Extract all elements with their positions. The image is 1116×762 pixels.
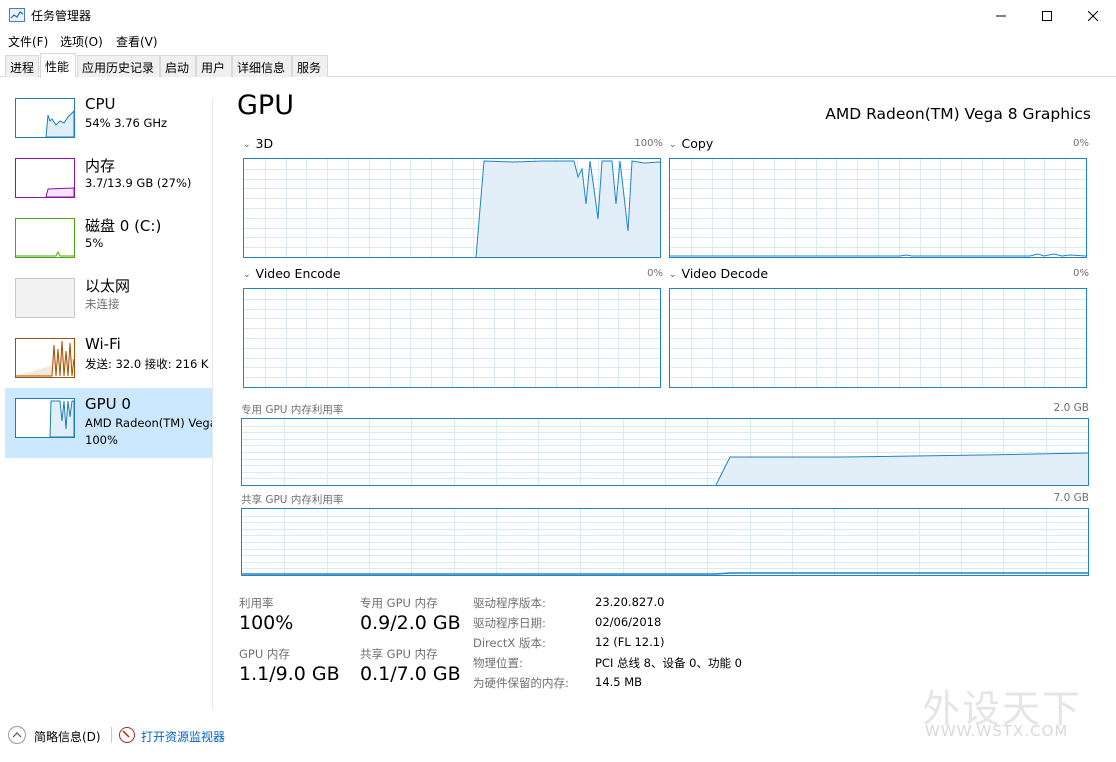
menu-options[interactable]: 选项(O) <box>60 33 103 50</box>
sidebar-item-detail: 发送: 32.0 接收: 216 K <box>85 357 209 371</box>
graph-title: Video Decode <box>681 266 769 281</box>
close-button[interactable] <box>1070 0 1116 31</box>
gpu-model-name: AMD Radeon(TM) Vega 8 Graphics <box>825 105 1091 123</box>
chevron-down-icon: ⌄ <box>243 139 251 150</box>
wifi-thumbnail <box>15 338 75 378</box>
chevron-down-icon: ⌄ <box>669 269 677 280</box>
gpu-memory-label: GPU 内存 <box>239 647 290 661</box>
reserved-memory-value: 14.5 MB <box>595 675 643 689</box>
grid-video-decode <box>670 289 1086 387</box>
footer-bar: 简略信息(D) 打开资源监视器 <box>0 722 1116 752</box>
series-shared <box>242 572 1088 575</box>
utilization-label: 利用率 <box>239 596 274 610</box>
menu-bar: 文件(F) 选项(O) 查看(V) <box>0 31 1116 51</box>
sidebar-item-name: GPU 0 <box>85 395 131 413</box>
fewer-details-button[interactable]: 简略信息(D) <box>34 728 101 745</box>
tab-performance[interactable]: 性能 <box>40 53 76 78</box>
sidebar-item-detail: 54% 3.76 GHz <box>85 116 168 130</box>
directx-version-label: DirectX 版本: <box>473 636 546 650</box>
sidebar-item-usage: 100% <box>85 433 118 447</box>
tab-services[interactable]: 服务 <box>292 55 328 77</box>
graph-copy <box>669 158 1087 258</box>
graph-max-3d: 100% <box>634 138 663 149</box>
tab-processes[interactable]: 进程 <box>5 55 39 77</box>
cpu-thumbnail <box>15 98 75 138</box>
sidebar-item-name: 磁盘 0 (C:) <box>85 217 162 235</box>
graph-max-video-encode: 0% <box>647 268 663 279</box>
title-bar: 任务管理器 <box>0 0 1116 31</box>
chevron-down-icon: ⌄ <box>669 139 677 150</box>
memory-thumbnail <box>15 158 75 198</box>
dedicated-memory-max: 2.0 GB <box>1053 402 1089 414</box>
driver-version-label: 驱动程序版本: <box>473 596 546 610</box>
task-manager-icon <box>9 8 25 22</box>
graph-video-encode <box>243 288 661 388</box>
chevron-up-icon[interactable] <box>8 726 26 744</box>
shared-gpu-memory-value: 0.1/7.0 GB <box>360 663 461 685</box>
reserved-memory-label: 为硬件保留的内存: <box>473 676 569 690</box>
graph-label-video-decode[interactable]: ⌄ Video Decode <box>669 266 768 281</box>
sidebar-item-detail: 3.7/13.9 GB (27%) <box>85 176 192 190</box>
shared-memory-label: 共享 GPU 内存利用率 <box>241 494 344 506</box>
sidebar-item-name: 内存 <box>85 157 116 175</box>
tab-startup[interactable]: 启动 <box>160 55 196 77</box>
chevron-down-icon: ⌄ <box>243 269 251 280</box>
graph-label-video-encode[interactable]: ⌄ Video Encode <box>243 266 341 281</box>
open-resource-monitor-link[interactable]: 打开资源监视器 <box>141 728 225 745</box>
physical-location-label: 物理位置: <box>473 656 523 670</box>
gpu-thumbnail <box>15 398 75 438</box>
footer-divider <box>111 727 112 743</box>
resource-monitor-icon <box>119 727 135 743</box>
sidebar-item-detail: 5% <box>85 236 104 250</box>
directx-version-value: 12 (FL 12.1) <box>595 635 665 649</box>
graph-video-decode <box>669 288 1087 388</box>
driver-date-value: 02/06/2018 <box>595 615 662 629</box>
shared-gpu-memory-label: 共享 GPU 内存 <box>360 647 438 661</box>
sidebar-item-detail: 未连接 <box>85 297 120 311</box>
dedicated-gpu-memory-value: 0.9/2.0 GB <box>360 612 461 634</box>
maximize-button[interactable] <box>1024 0 1070 31</box>
gpu-memory-value: 1.1/9.0 GB <box>239 663 340 685</box>
graph-dedicated-memory <box>241 418 1089 486</box>
series-dedicated <box>715 452 1088 485</box>
dedicated-memory-label: 专用 GPU 内存利用率 <box>241 404 344 416</box>
graph-label-copy[interactable]: ⌄ Copy <box>669 136 713 151</box>
utilization-value: 100% <box>239 612 294 634</box>
graph-max-copy: 0% <box>1073 138 1089 149</box>
driver-date-label: 驱动程序日期: <box>473 616 546 630</box>
graph-title: 3D <box>255 136 274 151</box>
menu-file[interactable]: 文件(F) <box>8 33 48 50</box>
gpu-panel: GPU AMD Radeon(TM) Vega 8 Graphics ⌄ 3D 1… <box>213 78 1116 710</box>
resource-sidebar: CPU 54% 3.76 GHz 内存 3.7/13.9 GB (27%) 磁盘… <box>0 78 213 710</box>
tab-details[interactable]: 详细信息 <box>232 55 292 77</box>
tab-bar: 进程 性能 应用历史记录 启动 用户 详细信息 服务 <box>0 53 1116 78</box>
grid-video-encode <box>244 289 660 387</box>
minimize-button[interactable] <box>978 0 1024 31</box>
graph-label-3d[interactable]: ⌄ 3D <box>243 136 273 151</box>
sidebar-item-name: 以太网 <box>85 277 131 295</box>
window-title: 任务管理器 <box>31 9 92 23</box>
shared-memory-max: 7.0 GB <box>1053 492 1089 504</box>
graph-3d <box>243 158 661 258</box>
sidebar-item-name: CPU <box>85 95 116 113</box>
physical-location-value: PCI 总线 8、设备 0、功能 0 <box>595 656 742 670</box>
graph-max-video-decode: 0% <box>1073 268 1089 279</box>
driver-version-value: 23.20.827.0 <box>595 595 665 609</box>
graph-shared-memory <box>241 508 1089 576</box>
tab-app-history[interactable]: 应用历史记录 <box>77 55 160 77</box>
series-3d <box>475 160 660 257</box>
disk-thumbnail <box>15 218 75 258</box>
graph-title: Video Encode <box>255 266 341 281</box>
sidebar-item-name: Wi-Fi <box>85 335 121 353</box>
ethernet-thumbnail <box>15 278 75 318</box>
menu-view[interactable]: 查看(V) <box>116 33 158 50</box>
page-title: GPU <box>237 90 294 121</box>
sidebar-item-gpu[interactable]: GPU 0 AMD Radeon(TM) Vega 8 Graphics 100… <box>5 388 213 458</box>
sidebar-item-detail: AMD Radeon(TM) Vega 8 Graphics <box>85 416 213 430</box>
series-copy <box>670 253 1086 257</box>
tab-users[interactable]: 用户 <box>196 55 232 77</box>
graph-title: Copy <box>681 136 714 151</box>
dedicated-gpu-memory-label: 专用 GPU 内存 <box>360 596 438 610</box>
